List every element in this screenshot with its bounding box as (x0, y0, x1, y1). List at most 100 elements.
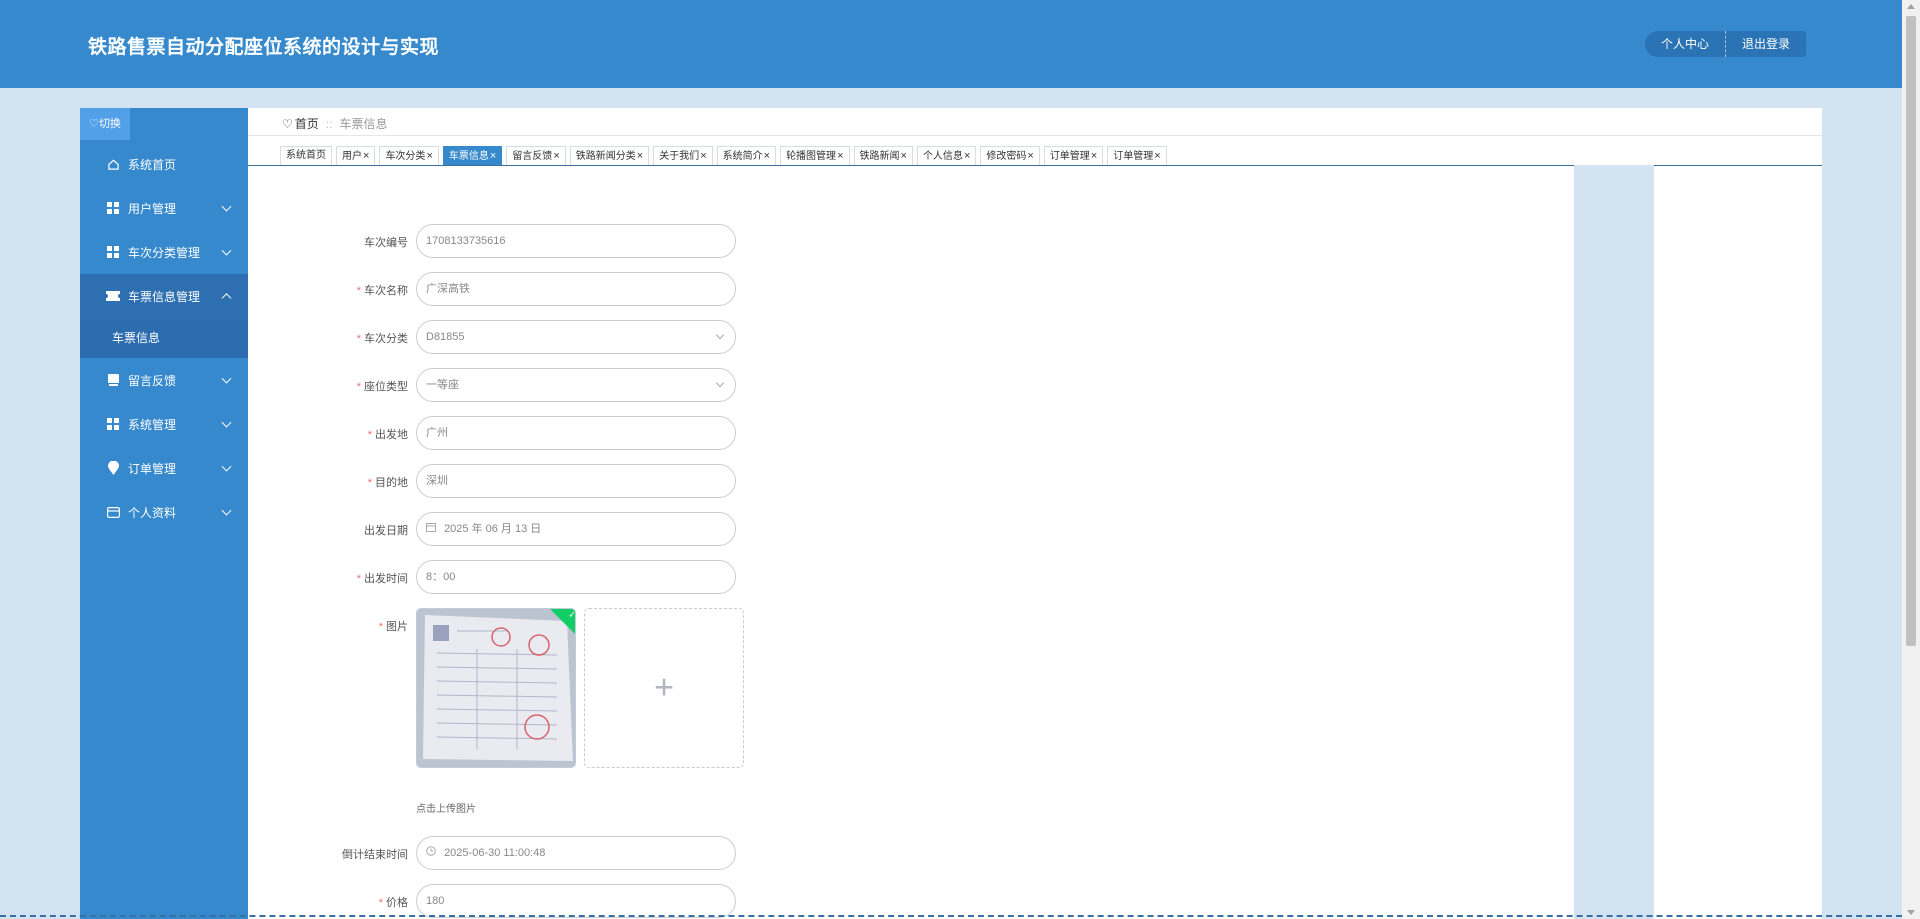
required-mark: * (356, 333, 361, 345)
required-mark: * (378, 897, 383, 909)
close-icon[interactable]: × (1027, 150, 1033, 162)
tab-change-password[interactable]: 修改密码× (980, 146, 1040, 166)
scroll-up-arrow-icon[interactable] (1907, 4, 1915, 9)
uploaded-ticket-image[interactable]: ✓ (416, 608, 576, 768)
chevron-down-icon (221, 373, 232, 384)
tab-news[interactable]: 铁路新闻× (853, 146, 913, 166)
right-gutter (1574, 165, 1654, 919)
departure-input[interactable]: 广州 (416, 416, 736, 450)
close-icon[interactable]: × (490, 150, 496, 162)
tab-carousel[interactable]: 轮播图管理× (780, 146, 850, 166)
sidebar-item-system[interactable]: 系统管理 (80, 402, 248, 446)
calendar-icon (426, 514, 436, 546)
heart-icon: ♡ (282, 116, 293, 131)
close-icon[interactable]: × (637, 150, 643, 162)
chevron-down-icon (221, 461, 232, 472)
close-icon[interactable]: × (764, 150, 770, 162)
close-icon[interactable]: × (901, 150, 907, 162)
train-category-value: D81855 (426, 331, 465, 343)
train-category-label-text: 车次分类 (364, 333, 408, 345)
train-name-input[interactable]: 广深高铁 (416, 272, 736, 306)
sidebar-item-label: 用户管理 (128, 201, 177, 216)
countdown-label: 倒计结束时间 (342, 849, 408, 861)
submenu-ticket-info: 车票信息 (80, 318, 248, 358)
depart-date-picker[interactable]: 2025 年 06 月 13 日 (416, 512, 736, 546)
tab-home[interactable]: 系统首页 (280, 146, 332, 166)
logout-button[interactable]: 退出登录 (1726, 31, 1807, 57)
tab-orders[interactable]: 订单管理× (1043, 146, 1104, 166)
chevron-down-icon (221, 417, 232, 428)
sidebar-item-ticket-info[interactable]: 车票信息管理 (80, 274, 248, 318)
train-category-label: * 车次分类 (357, 330, 408, 346)
price-label-text: 价格 (386, 897, 408, 909)
countdown-datetime-picker[interactable]: 2025-06-30 11:00:48 (416, 836, 736, 870)
sidebar-item-orders[interactable]: 订单管理 (80, 446, 248, 490)
tab-system-intro[interactable]: 系统简介× (716, 146, 777, 166)
close-icon[interactable]: × (700, 150, 706, 162)
chevron-down-icon (715, 330, 725, 340)
tab-label: 车次分类 (385, 151, 426, 162)
sidebar-item-feedback[interactable]: 留言反馈 (80, 358, 248, 402)
sidebar-subitem-ticket-info[interactable]: 车票信息 (80, 318, 248, 358)
sidebar-item-home[interactable]: 系统首页 (80, 142, 248, 186)
grid-icon (106, 245, 120, 259)
close-icon[interactable]: × (1154, 150, 1160, 162)
app-header: 铁路售票自动分配座位系统的设计与实现 个人中心 退出登录 (0, 0, 1902, 88)
tab-label: 留言反馈 (512, 151, 553, 162)
depart-date-value: 2025 年 06 月 13 日 (444, 523, 542, 535)
sidebar-item-label: 系统管理 (128, 417, 177, 432)
clock-icon (426, 838, 436, 870)
departure-label-text: 出发地 (375, 429, 408, 441)
tab-users[interactable]: 用户× (336, 146, 376, 166)
required-mark: * (356, 573, 361, 585)
page-scrollbar[interactable] (1902, 0, 1920, 919)
bottom-dashed-border (0, 915, 1902, 919)
depart-time-input[interactable]: 8：00 (416, 560, 736, 594)
tab-about-us[interactable]: 关于我们× (653, 146, 713, 166)
home-icon (106, 157, 120, 171)
seat-type-label: * 座位类型 (357, 378, 408, 394)
tab-feedback[interactable]: 留言反馈× (506, 146, 566, 166)
personal-center-button[interactable]: 个人中心 (1645, 31, 1727, 57)
seat-type-select[interactable]: 一等座 (416, 368, 736, 402)
chevron-down-icon (221, 245, 232, 256)
sidebar-item-train-category[interactable]: 车次分类管理 (80, 230, 248, 274)
form-row-depart-time: * 出发时间 8：00 (248, 560, 1048, 594)
sidebar-item-users[interactable]: 用户管理 (80, 186, 248, 230)
tab-news-category[interactable]: 铁路新闻分类× (569, 146, 650, 166)
tab-personal-info[interactable]: 个人信息× (916, 146, 977, 166)
breadcrumb: ♡ 首页 :: 车票信息 (282, 115, 387, 132)
train-category-select[interactable]: D81855 (416, 320, 736, 354)
breadcrumb-home[interactable]: ♡ 首页 (282, 115, 319, 132)
train-no-input[interactable]: 1708133735616 (416, 224, 736, 258)
tab-orders-2[interactable]: 订单管理× (1107, 146, 1167, 166)
toggle-label: 切换 (98, 118, 121, 130)
image-upload-button[interactable]: + (584, 608, 744, 768)
destination-label: * 目的地 (368, 474, 408, 490)
price-input[interactable]: 180 (416, 884, 736, 918)
tab-label: 订单管理 (1113, 151, 1154, 162)
grid-icon (106, 417, 120, 431)
sidebar-item-label: 系统首页 (128, 157, 177, 172)
close-icon[interactable]: × (553, 150, 559, 162)
destination-label-text: 目的地 (375, 477, 408, 489)
close-icon[interactable]: × (363, 150, 369, 162)
breadcrumb-current: 车票信息 (339, 117, 388, 131)
sidebar-item-profile[interactable]: 个人资料 (80, 490, 248, 534)
form-row-train-no: 车次编号 1708133735616 (248, 224, 1048, 258)
tab-label: 订单管理 (1049, 151, 1090, 162)
tab-ticket-info[interactable]: 车票信息× (442, 146, 503, 166)
required-mark: * (378, 621, 383, 633)
close-icon[interactable]: × (426, 150, 432, 162)
tab-train-category[interactable]: 车次分类× (379, 146, 439, 166)
tab-label: 轮播图管理 (786, 151, 837, 162)
depart-date-label: 出发日期 (364, 525, 408, 537)
close-icon[interactable]: × (1091, 150, 1097, 162)
scrollbar-thumb[interactable] (1906, 16, 1916, 646)
seat-type-value: 一等座 (426, 379, 459, 391)
close-icon[interactable]: × (837, 150, 843, 162)
scroll-down-arrow-icon[interactable] (1907, 910, 1915, 915)
close-icon[interactable]: × (964, 150, 970, 162)
destination-input[interactable]: 深圳 (416, 464, 736, 498)
sidebar-toggle-button[interactable]: ♡切换 (80, 108, 130, 140)
